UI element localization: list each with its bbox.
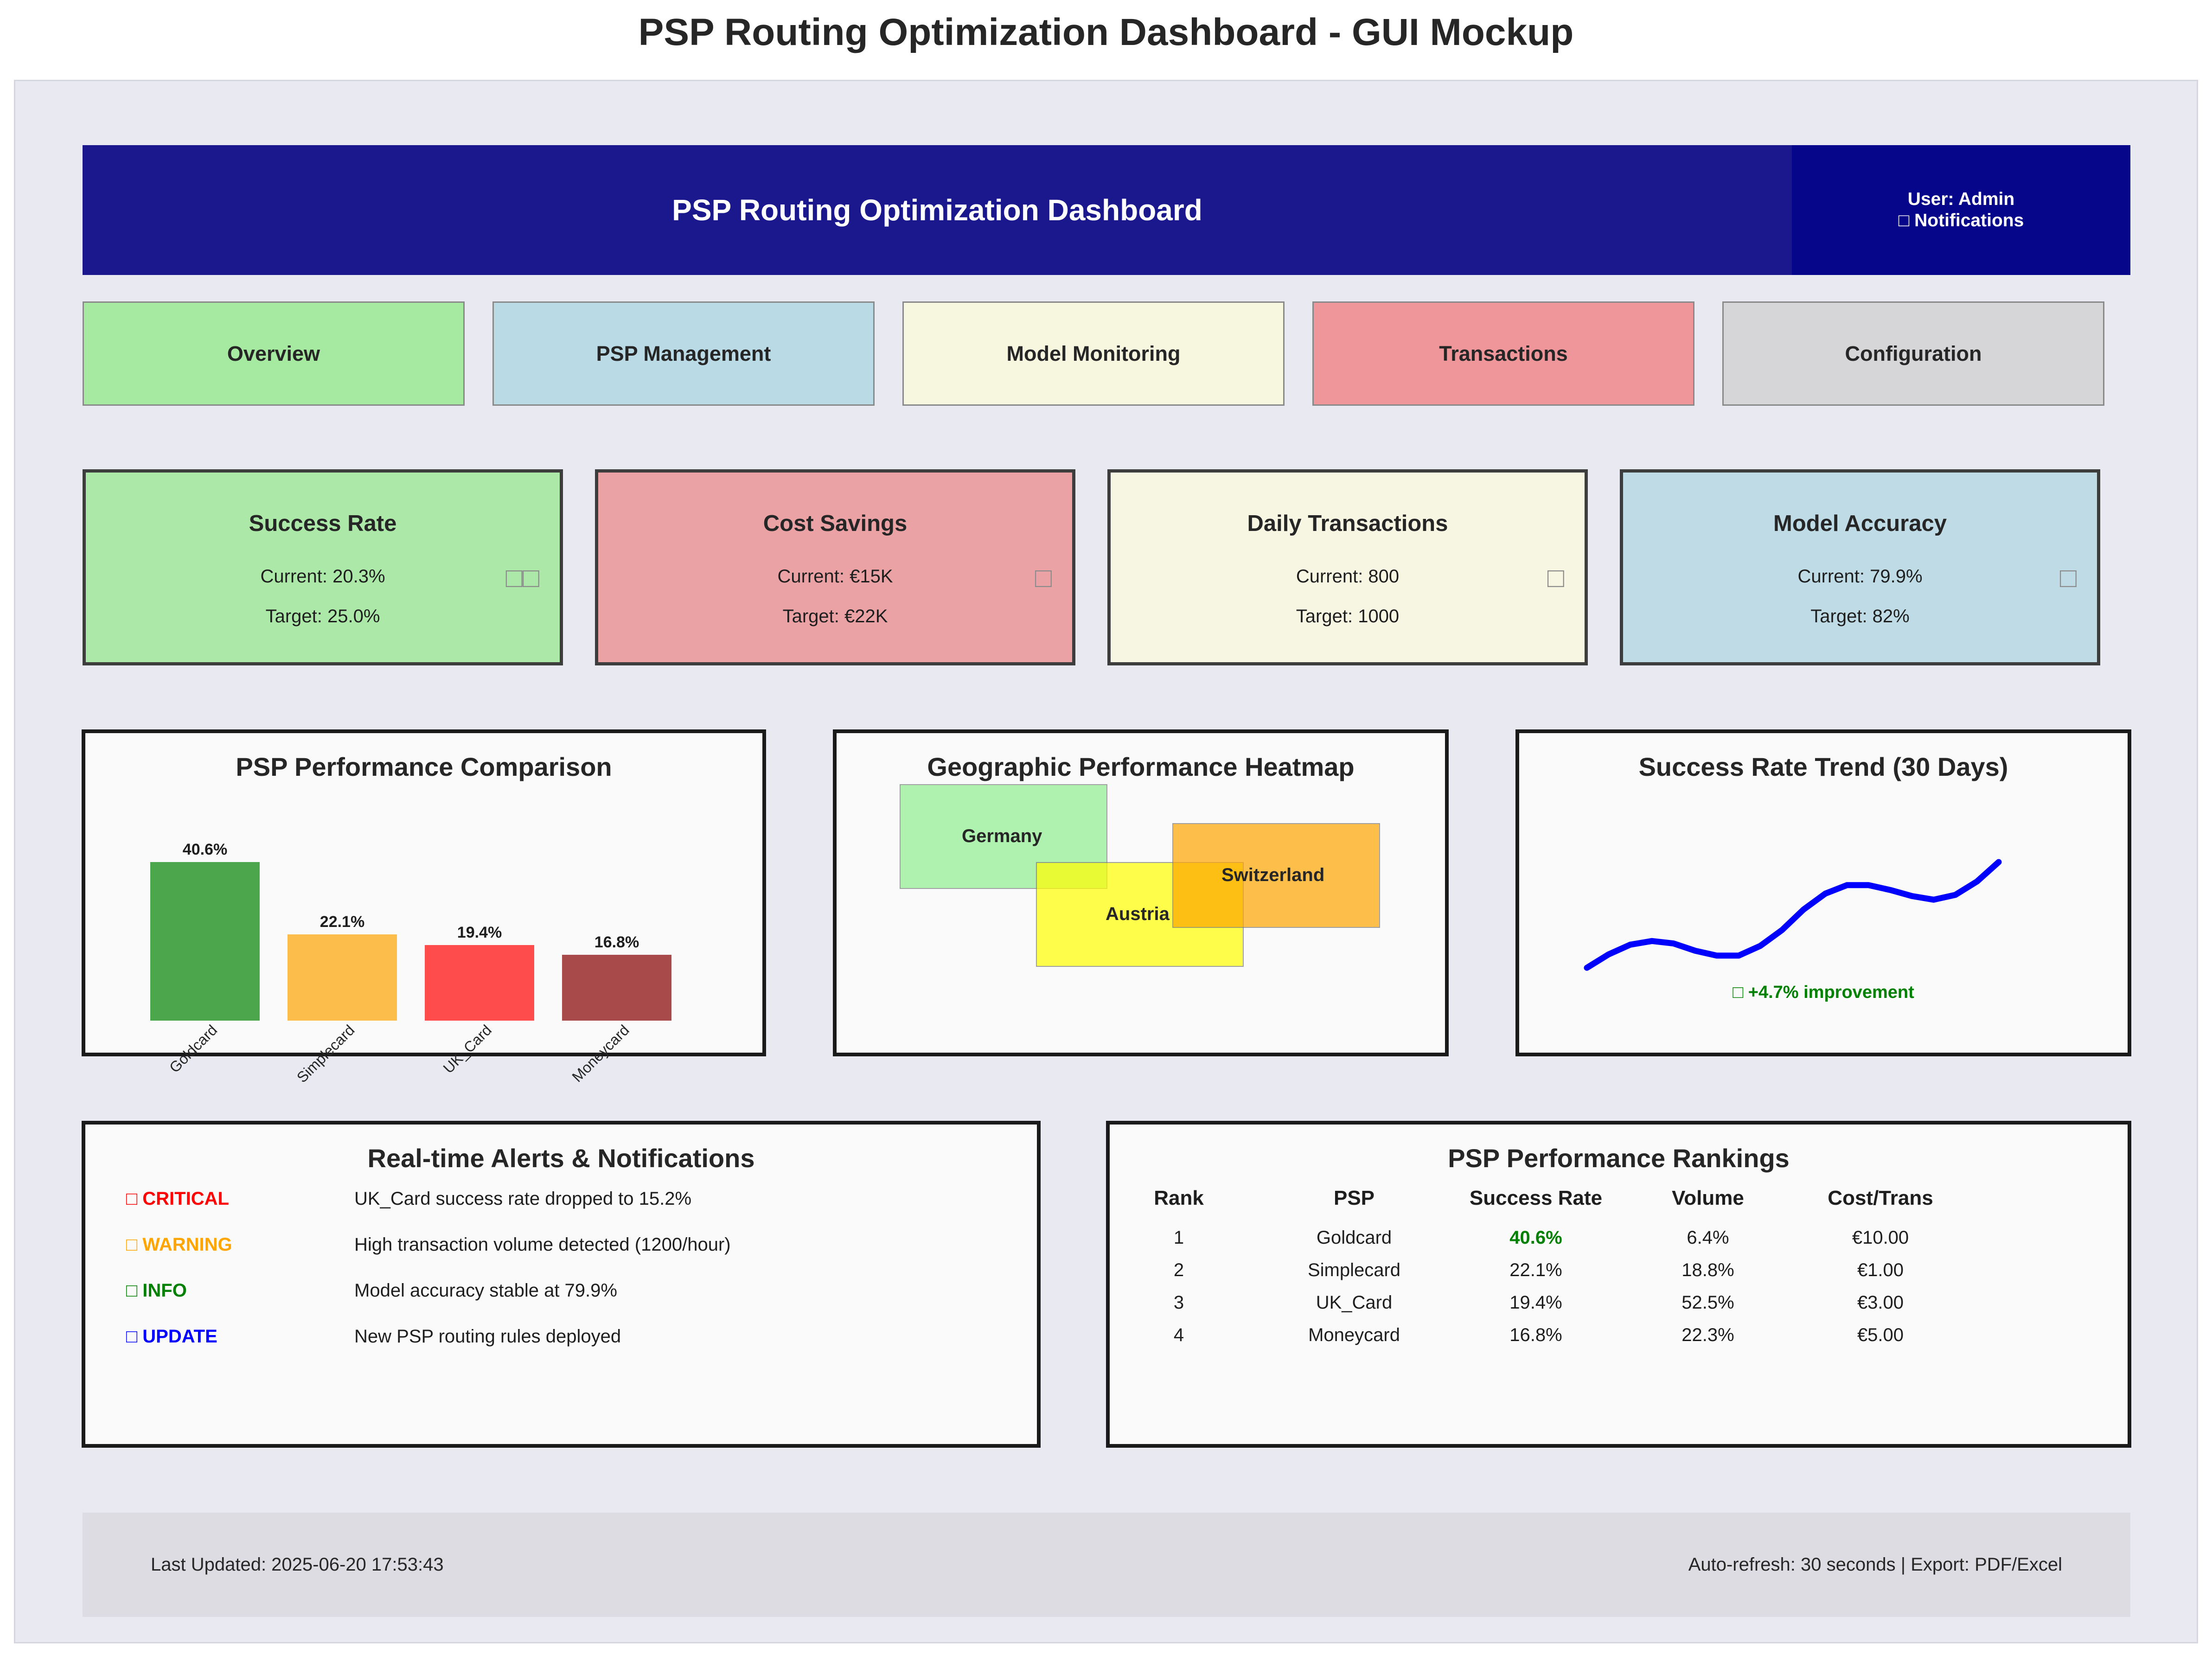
region-label-germany: Germany bbox=[962, 826, 1042, 846]
alert-message: High transaction volume detected (1200/h… bbox=[354, 1234, 731, 1255]
psp-performance-panel: PSP Performance Comparison 40.6% Goldcard… bbox=[82, 729, 766, 1086]
kpi-current: Current: 20.3% bbox=[260, 566, 385, 587]
kpi-card-model-accuracy: Model Accuracy Current: 79.9% Target: 82… bbox=[1620, 469, 2100, 665]
kpi-title: Cost Savings bbox=[763, 511, 908, 536]
bar-simplecard[interactable] bbox=[288, 934, 397, 1021]
kpi-current: Current: 800 bbox=[1296, 566, 1400, 587]
user-panel[interactable]: User: Admin □ Notifications bbox=[1792, 145, 2130, 275]
target-icon: □ bbox=[2059, 562, 2077, 593]
notifications-link[interactable]: □ Notifications bbox=[1899, 210, 2024, 231]
column-header-success-rate[interactable]: Success Rate bbox=[1452, 1187, 1619, 1210]
bar-value-label: 40.6% bbox=[182, 841, 228, 858]
column-header-volume[interactable]: Volume bbox=[1624, 1187, 1791, 1210]
kpi-current: Current: €15K bbox=[777, 566, 893, 587]
column-header-cost-per-trans[interactable]: Cost/Trans bbox=[1797, 1187, 1964, 1210]
cell-psp: UK_Card bbox=[1316, 1292, 1393, 1313]
page-title: PSP Routing Optimization Dashboard - GUI… bbox=[638, 11, 1574, 53]
alert-row[interactable]: □ INFO Model accuracy stable at 79.9% bbox=[85, 1280, 1037, 1308]
alert-level-critical: □ CRITICAL bbox=[126, 1189, 229, 1209]
cell-volume: 18.8% bbox=[1681, 1260, 1734, 1280]
panel-title: Real-time Alerts & Notifications bbox=[367, 1144, 755, 1173]
cell-rank: 2 bbox=[1173, 1260, 1184, 1280]
alert-row[interactable]: □ UPDATE New PSP routing rules deployed bbox=[85, 1326, 1037, 1354]
tab-psp-management[interactable]: PSP Management bbox=[492, 301, 875, 406]
alert-level-warning: □ WARNING bbox=[126, 1234, 232, 1255]
cell-cost-per-trans: €10.00 bbox=[1852, 1227, 1909, 1248]
alert-message: New PSP routing rules deployed bbox=[354, 1326, 621, 1347]
region-label-switzerland: Switzerland bbox=[1221, 865, 1325, 885]
cell-rank: 3 bbox=[1173, 1292, 1184, 1313]
cell-cost-per-trans: €3.00 bbox=[1857, 1292, 1904, 1313]
rankings-panel: PSP Performance Rankings Rank PSP Success … bbox=[1106, 1121, 2131, 1448]
alerts-panel: Real-time Alerts & Notifications □ CRITI… bbox=[82, 1121, 1041, 1448]
alert-level-update: □ UPDATE bbox=[126, 1326, 217, 1347]
alert-row[interactable]: □ CRITICAL UK_Card success rate dropped … bbox=[85, 1189, 1037, 1216]
cell-volume: 22.3% bbox=[1681, 1325, 1734, 1345]
cell-success-rate: 16.8% bbox=[1509, 1325, 1562, 1345]
trend-icon: □□ bbox=[505, 562, 539, 593]
kpi-title: Model Accuracy bbox=[1773, 511, 1947, 536]
cell-cost-per-trans: €5.00 bbox=[1857, 1325, 1904, 1345]
kpi-card-daily-transactions: Daily Transactions Current: 800 Target: … bbox=[1107, 469, 1588, 665]
cell-success-rate: 40.6% bbox=[1509, 1227, 1562, 1248]
tab-transactions[interactable]: Transactions bbox=[1312, 301, 1694, 406]
column-header-psp[interactable]: PSP bbox=[1271, 1187, 1438, 1210]
kpi-card-success-rate: Success Rate Current: 20.3% Target: 25.0… bbox=[83, 469, 563, 665]
last-updated-text: Last Updated: 2025-06-20 17:53:43 bbox=[151, 1554, 444, 1575]
transactions-icon: □ bbox=[1547, 562, 1564, 593]
money-icon: □ bbox=[1035, 562, 1052, 593]
alert-level-info: □ INFO bbox=[126, 1280, 187, 1301]
bar-goldcard[interactable] bbox=[150, 862, 260, 1021]
panel-title: Geographic Performance Heatmap bbox=[927, 752, 1355, 781]
kpi-title: Success Rate bbox=[249, 511, 397, 536]
cell-volume: 6.4% bbox=[1687, 1227, 1729, 1248]
tab-model-monitoring[interactable]: Model Monitoring bbox=[902, 301, 1285, 406]
tab-overview[interactable]: Overview bbox=[83, 301, 465, 406]
cell-rank: 1 bbox=[1173, 1227, 1184, 1248]
column-header-rank[interactable]: Rank bbox=[1095, 1187, 1262, 1210]
kpi-current: Current: 79.9% bbox=[1797, 566, 1923, 587]
improvement-label: □ +4.7% improvement bbox=[1733, 983, 1914, 1002]
auto-refresh-text[interactable]: Auto-refresh: 30 seconds | Export: PDF/E… bbox=[1688, 1554, 2062, 1575]
bar-moneycard[interactable] bbox=[562, 955, 671, 1021]
success-rate-trend-panel: Success Rate Trend (30 Days) □ +4.7% imp… bbox=[1515, 729, 2131, 1056]
trend-chart bbox=[1584, 859, 2002, 971]
cell-psp: Simplecard bbox=[1307, 1260, 1401, 1280]
user-label[interactable]: User: Admin bbox=[1908, 189, 2014, 210]
alert-message: UK_Card success rate dropped to 15.2% bbox=[354, 1189, 692, 1209]
bar-value-label: 16.8% bbox=[594, 933, 639, 952]
kpi-target: Target: €22K bbox=[782, 606, 888, 626]
alert-message: Model accuracy stable at 79.9% bbox=[354, 1280, 617, 1301]
geographic-heatmap-panel: Geographic Performance Heatmap Germany A… bbox=[833, 729, 1449, 1056]
kpi-target: Target: 82% bbox=[1810, 606, 1910, 626]
alert-row[interactable]: □ WARNING High transaction volume detect… bbox=[85, 1234, 1037, 1262]
region-label-austria: Austria bbox=[1106, 904, 1170, 924]
kpi-card-cost-savings: Cost Savings Current: €15K Target: €22K … bbox=[595, 469, 1075, 665]
cell-success-rate: 19.4% bbox=[1509, 1292, 1562, 1313]
tab-configuration[interactable]: Configuration bbox=[1722, 301, 2104, 406]
bar-uk-card[interactable] bbox=[425, 945, 534, 1021]
cell-volume: 52.5% bbox=[1681, 1292, 1734, 1313]
kpi-title: Daily Transactions bbox=[1247, 511, 1448, 536]
panel-title: PSP Performance Comparison bbox=[236, 752, 612, 781]
panel-title: PSP Performance Rankings bbox=[1448, 1144, 1790, 1173]
header-title: PSP Routing Optimization Dashboard bbox=[672, 193, 1202, 227]
cell-psp: Goldcard bbox=[1316, 1227, 1392, 1248]
kpi-target: Target: 1000 bbox=[1296, 606, 1400, 626]
cell-rank: 4 bbox=[1173, 1325, 1184, 1345]
cell-success-rate: 22.1% bbox=[1509, 1260, 1562, 1280]
cell-cost-per-trans: €1.00 bbox=[1857, 1260, 1904, 1280]
bar-value-label: 19.4% bbox=[457, 923, 502, 941]
kpi-target: Target: 25.0% bbox=[265, 606, 380, 626]
bar-value-label: 22.1% bbox=[320, 913, 365, 931]
cell-psp: Moneycard bbox=[1308, 1325, 1400, 1345]
trend-line bbox=[1584, 859, 2002, 971]
